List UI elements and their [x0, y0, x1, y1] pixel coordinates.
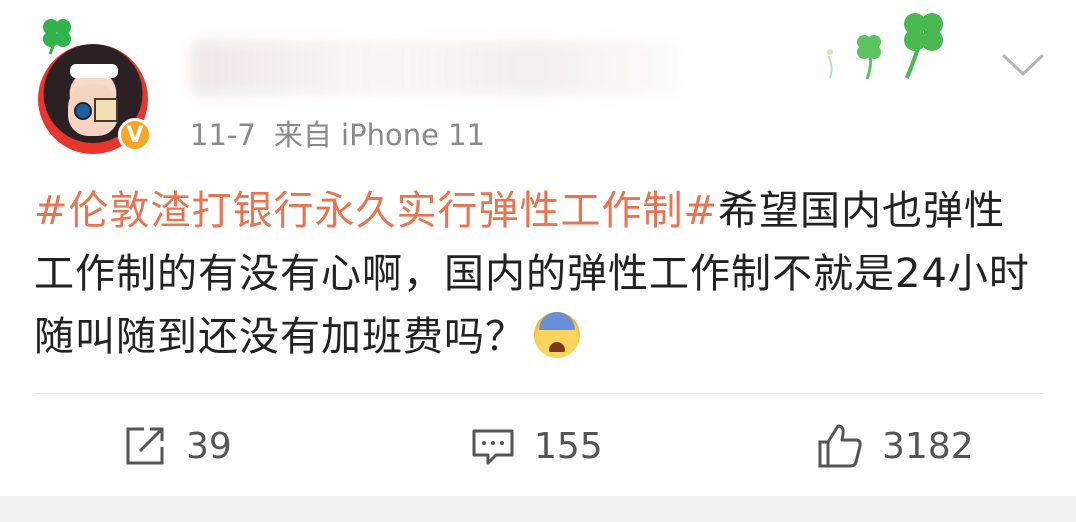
- repost-icon: [126, 427, 164, 465]
- weibo-post-card: V 11-7 来自 iPhone 11 #伦敦渣打银行永久实行弹性工作制#希望国内…: [0, 0, 1076, 496]
- like-count: 3182: [882, 425, 974, 467]
- avatar-bow: [70, 64, 118, 78]
- comment-count: 155: [534, 425, 603, 467]
- like-icon: [818, 424, 862, 468]
- avatar-eye: [74, 102, 92, 120]
- repost-button[interactable]: 39: [122, 420, 232, 472]
- post-source: 来自 iPhone 11: [273, 118, 486, 152]
- avatar-container[interactable]: V: [30, 14, 160, 154]
- hashtag-link[interactable]: #伦敦渣打银行永久实行弹性工作制#: [34, 188, 718, 234]
- bottom-separator: [0, 496, 1076, 522]
- like-button[interactable]: 3182: [816, 420, 974, 472]
- post-timestamp: 11-7: [190, 118, 256, 152]
- post-meta: 11-7 来自 iPhone 11: [190, 112, 503, 154]
- post-content: #伦敦渣打银行永久实行弹性工作制#希望国内也弹性工作制的有没有心啊，国内的弹性工…: [34, 180, 1044, 369]
- repost-count: 39: [186, 425, 232, 467]
- comment-button[interactable]: 155: [470, 420, 603, 472]
- clover-decoration-icon: [827, 13, 943, 80]
- verified-badge: V: [118, 118, 152, 152]
- avatar-eyepatch: [94, 98, 118, 122]
- chevron-down-icon[interactable]: [1000, 46, 1046, 82]
- fearful-face-emoji-icon: [534, 312, 580, 358]
- clover-icon: [43, 19, 71, 55]
- comment-icon: [472, 429, 514, 465]
- divider: [34, 393, 1044, 394]
- username-blurred[interactable]: [190, 40, 680, 96]
